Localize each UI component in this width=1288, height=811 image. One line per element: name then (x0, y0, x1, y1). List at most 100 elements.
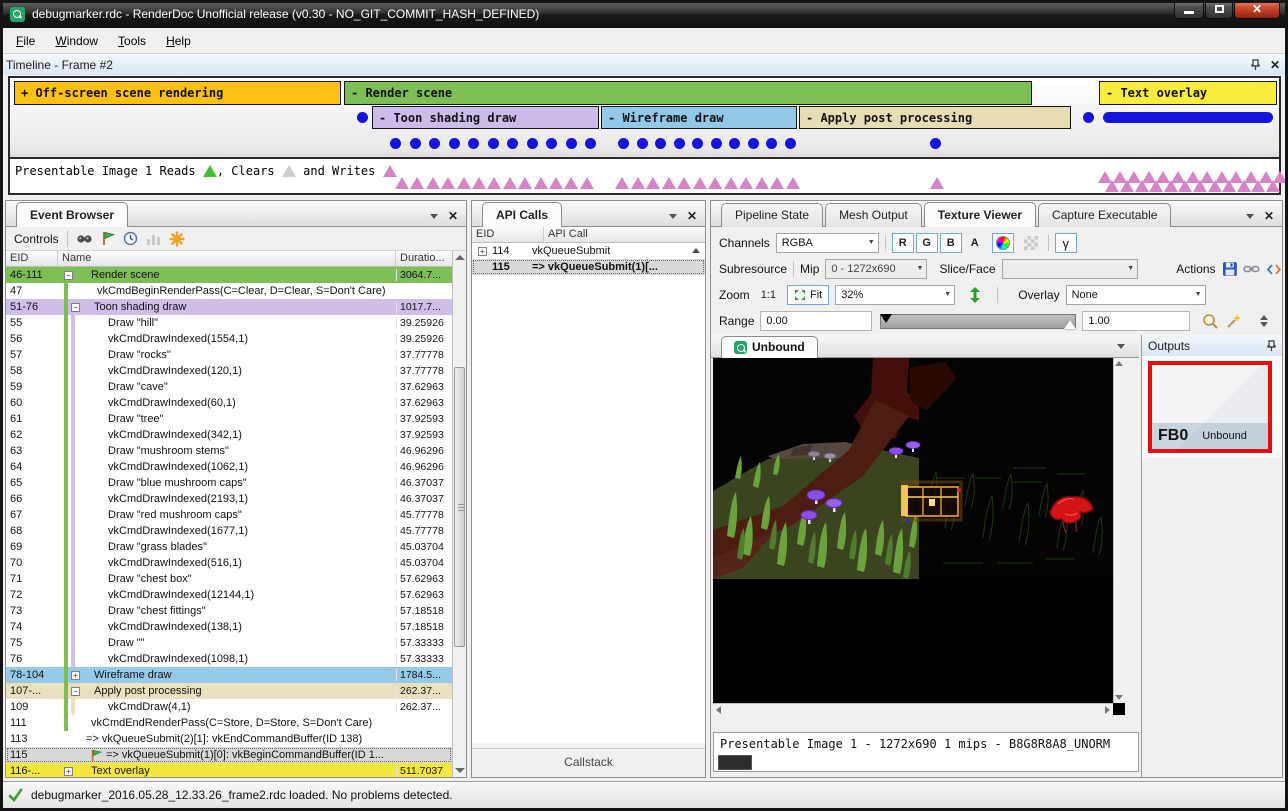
menu-tools[interactable]: Tools (108, 30, 156, 52)
event-row[interactable]: 58vkCmdDrawIndexed(120,1)37.77778 (6, 363, 452, 379)
fit-toggle[interactable]: Fit (787, 285, 829, 305)
event-row[interactable]: 46-111−Render scene3064.7... (6, 267, 452, 283)
pin-icon[interactable] (1267, 340, 1276, 352)
api-calls-columns[interactable]: EID API Call (472, 227, 705, 243)
texture-vscrollbar[interactable] (1113, 358, 1125, 703)
open-code-icon[interactable] (1266, 263, 1282, 276)
timeline-section[interactable]: - Toon shading draw (372, 106, 599, 129)
event-row[interactable]: 59Draw "cave"37.62963 (6, 379, 452, 395)
range-min-input[interactable]: 0.00 (760, 311, 872, 331)
channel-b-toggle[interactable]: B (940, 233, 962, 253)
tab-texture-viewer[interactable]: Texture Viewer (924, 202, 1036, 227)
range-black-point-handle[interactable] (880, 314, 892, 323)
event-row[interactable]: 62vkCmdDrawIndexed(342,1)37.92593 (6, 427, 452, 443)
event-row[interactable]: 65Draw "blue mushroom caps"46.37037 (6, 475, 452, 491)
event-row[interactable]: 64vkCmdDrawIndexed(1062,1)46.96296 (6, 459, 452, 475)
close-icon[interactable]: ✕ (687, 209, 697, 223)
timeline-section[interactable]: - Wireframe draw (601, 106, 797, 129)
event-row[interactable]: 72vkCmdDrawIndexed(12144,1)57.62963 (6, 587, 452, 603)
event-row[interactable]: 75Draw ""57.33333 (6, 635, 452, 651)
scroll-up-icon[interactable] (692, 248, 700, 253)
colorwheel-toggle[interactable] (992, 233, 1014, 253)
tab-mesh-output[interactable]: Mesh Output (825, 203, 922, 227)
zoom-select[interactable]: 32% (835, 285, 955, 305)
tab-event-browser[interactable]: Event Browser (16, 202, 128, 227)
collapse-icon[interactable]: − (71, 303, 80, 312)
event-row[interactable]: 61Draw "tree"37.92593 (6, 411, 452, 427)
event-row[interactable]: 111vkCmdEndRenderPass(C=Store, D=Store, … (6, 715, 452, 731)
tab-unbound-texture[interactable]: Unbound (721, 336, 818, 358)
pin-icon[interactable] (1251, 59, 1260, 71)
close-button[interactable]: ✕ (1234, 0, 1280, 19)
event-row[interactable]: 73Draw "chest fittings"57.18518 (6, 603, 452, 619)
range-max-input[interactable]: 1.00 (1082, 311, 1190, 331)
close-icon[interactable]: ✕ (1270, 58, 1280, 72)
event-row[interactable]: 55Draw "hill"39.25926 (6, 315, 452, 331)
tab-pipeline-state[interactable]: Pipeline State (721, 203, 823, 227)
event-row[interactable]: 60vkCmdDrawIndexed(60,1)37.62963 (6, 395, 452, 411)
event-row[interactable]: 66vkCmdDrawIndexed(2193,1)46.37037 (6, 491, 452, 507)
channel-r-toggle[interactable]: R (892, 233, 914, 253)
sliceface-select[interactable] (1002, 259, 1139, 279)
api-call-row[interactable]: 115=> vkQueueSubmit(1)[... (472, 259, 705, 275)
event-row[interactable]: 115=> vkQueueSubmit(1)[0]: vkBeginComman… (6, 747, 452, 763)
collapse-icon[interactable]: − (64, 271, 73, 280)
mip-select[interactable]: 0 - 1272x690 (825, 259, 927, 279)
close-icon[interactable]: ✕ (448, 209, 458, 223)
event-row[interactable]: 51-76−Toon shading draw1017.7... (6, 299, 452, 315)
menu-help[interactable]: Help (156, 30, 201, 52)
event-row[interactable]: 78-104+Wireframe draw1784.5... (6, 667, 452, 683)
alpha-checker-toggle[interactable] (1020, 233, 1042, 253)
event-row[interactable]: 76vkCmdDrawIndexed(1098,1)57.33333 (6, 651, 452, 667)
expand-icon[interactable]: + (478, 247, 487, 256)
zoom-1to1-button[interactable]: 1:1 (756, 287, 781, 303)
api-call-row[interactable]: +114vkQueueSubmit (472, 243, 705, 259)
maximize-button[interactable] (1205, 0, 1233, 19)
tab-api-calls[interactable]: API Calls (482, 202, 562, 227)
gamma-toggle[interactable]: γ (1055, 233, 1077, 253)
event-row[interactable]: 70vkCmdDrawIndexed(516,1)45.03704 (6, 555, 452, 571)
timeline-section[interactable]: + Off-screen scene rendering (14, 81, 341, 105)
event-row[interactable]: 109vkCmdDraw(4,1)262.37... (6, 699, 452, 715)
fb0-thumbnail[interactable]: FB0 Unbound (1148, 361, 1272, 453)
event-row[interactable]: 107-...−Apply post processing262.37... (6, 683, 452, 699)
bookmark-flag-icon[interactable] (101, 231, 115, 246)
event-row[interactable]: 47vkCmdBeginRenderPass(C=Clear, D=Clear,… (6, 283, 452, 299)
event-row[interactable]: 116-...+Text overlay511.7037 (6, 763, 452, 777)
texture-display[interactable] (713, 358, 1125, 715)
timeline-section[interactable]: - Render scene (344, 81, 1032, 105)
texture-list-dropdown-icon[interactable] (1117, 344, 1125, 349)
event-row[interactable]: 67Draw "red mushroom caps"45.77778 (6, 507, 452, 523)
clock-icon[interactable] (123, 231, 138, 246)
range-slider[interactable] (880, 314, 1076, 329)
timeline-header[interactable]: Timeline - Frame #2 ✕ (0, 54, 1288, 75)
title-bar[interactable]: debugmarker.rdc - RenderDoc Unofficial r… (0, 0, 1288, 28)
expand-icon[interactable]: + (64, 767, 73, 776)
zoom-range-icon[interactable] (1202, 313, 1219, 330)
event-row[interactable]: 71Draw "chest box"57.62963 (6, 571, 452, 587)
statistics-icon[interactable] (146, 232, 161, 246)
chevron-down-icon[interactable] (430, 214, 438, 219)
range-white-point-handle[interactable] (1064, 320, 1076, 329)
save-icon[interactable] (1222, 261, 1238, 277)
event-row[interactable]: 113=> vkQueueSubmit(2)[1]: vkEndCommandB… (6, 731, 452, 747)
event-row[interactable]: 68vkCmdDrawIndexed(1677,1)45.77778 (6, 523, 452, 539)
find-icon[interactable] (76, 232, 93, 246)
texture-hscrollbar[interactable] (713, 703, 1113, 715)
event-row[interactable]: 57Draw "rocks"37.77778 (6, 347, 452, 363)
channels-select[interactable]: RGBA (776, 233, 879, 253)
chevron-down-icon[interactable] (669, 214, 677, 219)
timeline-section[interactable]: - Apply post processing (799, 106, 1071, 129)
collapse-icon[interactable]: − (71, 687, 80, 696)
flip-vertical-icon[interactable] (969, 287, 981, 303)
range-detail-icon[interactable] (1260, 315, 1268, 327)
timeline-section[interactable]: - Text overlay (1099, 81, 1277, 105)
close-icon[interactable]: ✕ (1264, 209, 1274, 223)
menu-file[interactable]: File (6, 30, 45, 52)
autofit-wand-icon[interactable] (1225, 313, 1242, 330)
overlay-select[interactable]: None (1066, 285, 1206, 305)
channel-a-toggle[interactable]: A (964, 233, 986, 253)
expand-icon[interactable]: + (71, 671, 80, 680)
event-row[interactable]: 63Draw "mushroom stems"46.96296 (6, 443, 452, 459)
menu-window[interactable]: Window (45, 30, 108, 52)
